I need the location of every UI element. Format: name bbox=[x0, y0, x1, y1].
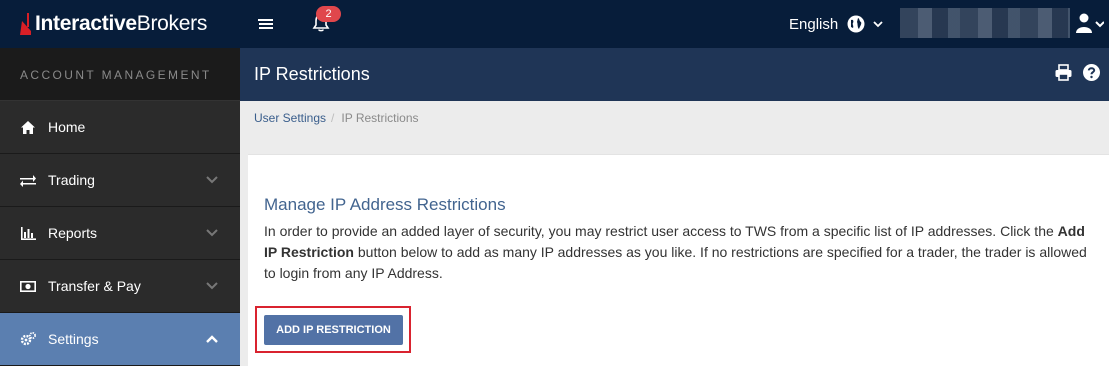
chevron-up-icon bbox=[206, 335, 218, 343]
breadcrumb-separator: / bbox=[331, 111, 335, 125]
cogs-icon bbox=[20, 332, 36, 346]
chevron-down-icon bbox=[206, 229, 218, 237]
add-ip-restriction-button[interactable]: ADD IP RESTRICTION bbox=[264, 315, 403, 345]
sidebar-item-transfer-pay[interactable]: Transfer & Pay bbox=[0, 260, 240, 313]
ib-logo[interactable]: Interactive Brokers bbox=[20, 12, 207, 36]
bar-chart-icon bbox=[20, 226, 36, 240]
page-title: IP Restrictions bbox=[254, 64, 370, 84]
sidebar-item-label: Reports bbox=[48, 225, 98, 241]
sidebar-section-title: ACCOUNT MANAGEMENT bbox=[0, 48, 240, 101]
sidebar-item-home[interactable]: Home bbox=[0, 101, 240, 154]
breadcrumb: User Settings / IP Restrictions bbox=[254, 111, 419, 125]
logo-mark-icon bbox=[20, 13, 31, 35]
logo-text-bold: Interactive bbox=[35, 12, 137, 35]
globe-icon bbox=[847, 15, 865, 33]
sidebar-item-settings[interactable]: Settings bbox=[0, 313, 240, 366]
sidebar-item-label: Settings bbox=[48, 331, 99, 347]
language-selector[interactable]: English bbox=[789, 14, 883, 34]
money-icon bbox=[20, 279, 36, 293]
top-navbar: Interactive Brokers 2 English bbox=[0, 0, 1109, 48]
logo-text-light: Brokers bbox=[136, 12, 208, 35]
chevron-down-icon bbox=[206, 176, 218, 184]
exchange-arrows-icon bbox=[20, 173, 36, 187]
language-label: English bbox=[789, 15, 839, 33]
chevron-down-icon bbox=[873, 21, 883, 28]
content-panel: Manage IP Address Restrictions In order … bbox=[248, 154, 1109, 366]
help-icon[interactable] bbox=[1083, 64, 1100, 81]
sidebar-item-label: Trading bbox=[48, 172, 95, 188]
section-title: Manage IP Address Restrictions bbox=[264, 195, 506, 214]
sidebar-item-label: Transfer & Pay bbox=[48, 278, 141, 294]
chevron-down-icon bbox=[206, 282, 218, 290]
description-part-2: button below to add as many IP addresses… bbox=[264, 244, 1087, 281]
description-text: In order to provide an added layer of se… bbox=[264, 221, 1094, 284]
home-icon bbox=[20, 120, 36, 134]
username-redacted bbox=[900, 8, 1070, 38]
sidebar: ACCOUNT MANAGEMENT Home Trading Reports … bbox=[0, 48, 240, 366]
sidebar-item-label: Home bbox=[48, 119, 86, 135]
breadcrumb-link-user-settings[interactable]: User Settings bbox=[254, 111, 326, 125]
breadcrumb-current: IP Restrictions bbox=[341, 111, 419, 125]
menu-toggle-icon[interactable] bbox=[258, 16, 274, 32]
print-icon[interactable] bbox=[1055, 64, 1072, 81]
page-header: IP Restrictions bbox=[240, 48, 1109, 101]
description-part-1: In order to provide an added layer of se… bbox=[264, 223, 1058, 239]
user-menu-icon[interactable] bbox=[1076, 13, 1104, 33]
sidebar-item-trading[interactable]: Trading bbox=[0, 154, 240, 207]
sidebar-item-reports[interactable]: Reports bbox=[0, 207, 240, 260]
notification-badge: 2 bbox=[316, 6, 341, 22]
